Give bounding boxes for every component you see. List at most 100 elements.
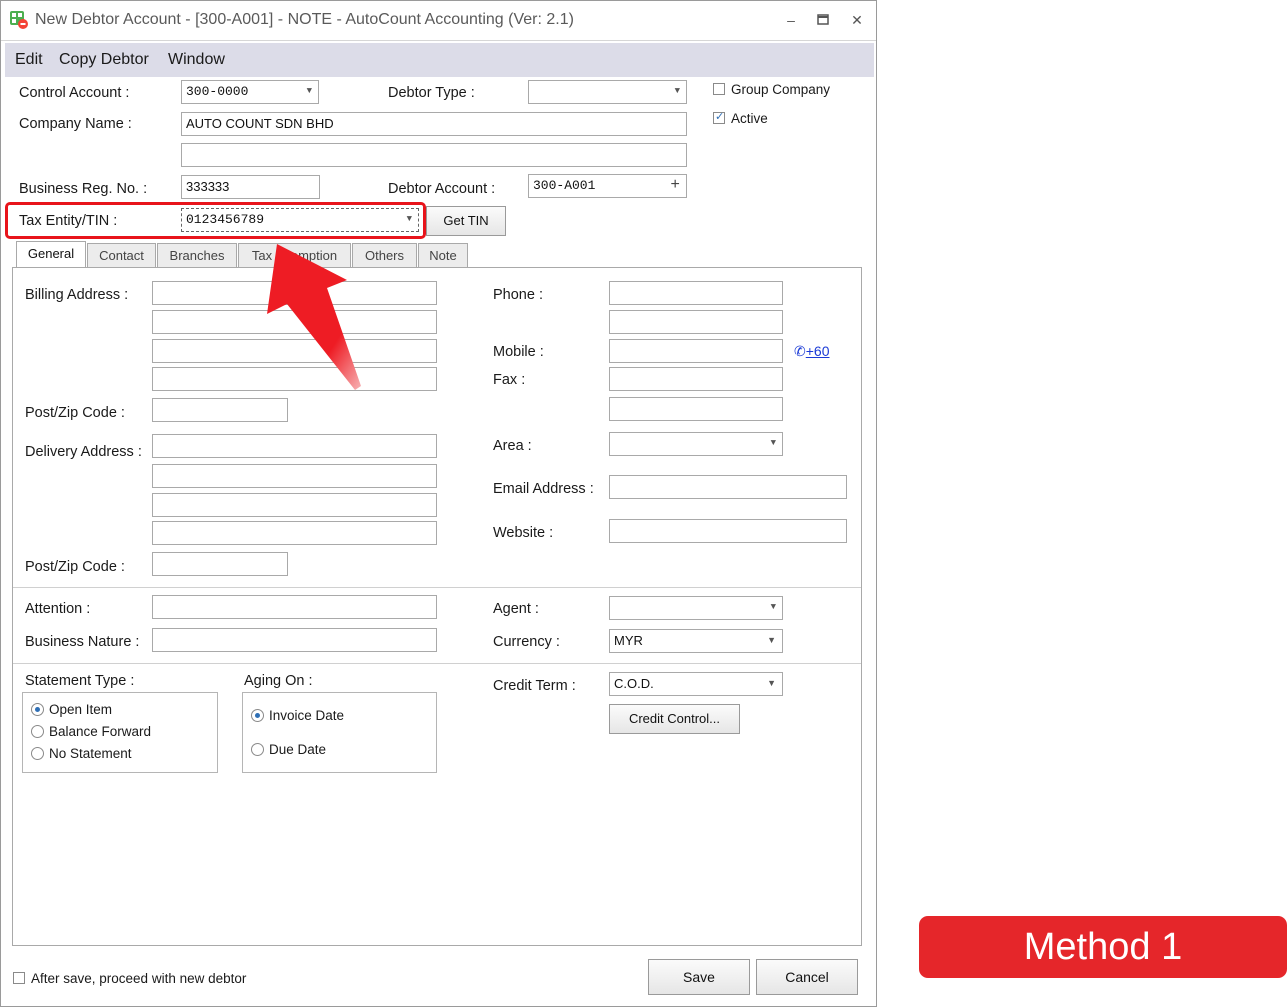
section-divider: [13, 587, 861, 588]
attention-label: Attention :: [25, 601, 91, 617]
aging-invoice-date-label: Invoice Date: [269, 708, 345, 723]
debtor-account-label: Debtor Account :: [388, 181, 496, 197]
phone-label: Phone :: [493, 287, 543, 303]
maximize-button[interactable]: [811, 9, 835, 31]
debtor-type-combo[interactable]: ▼: [528, 80, 687, 104]
phone-2-input[interactable]: [609, 310, 783, 334]
email-input[interactable]: [609, 475, 847, 499]
statement-type-label: Statement Type :: [25, 673, 135, 689]
maximize-icon: [817, 14, 829, 25]
aging-due-date-label: Due Date: [269, 742, 327, 757]
tin-highlight-box: [5, 202, 426, 239]
chevron-down-icon: ▼: [770, 602, 776, 612]
tab-contact[interactable]: Contact: [87, 243, 156, 268]
debtor-account-input[interactable]: 300-A001 +: [528, 174, 687, 198]
active-checkbox[interactable]: [713, 110, 725, 124]
menu-copy-debtor[interactable]: Copy Debtor: [59, 51, 149, 69]
debtor-account-window: New Debtor Account - [300-A001] - NOTE -…: [0, 0, 877, 1007]
business-nature-label: Business Nature :: [25, 634, 140, 650]
debtor-type-label: Debtor Type :: [388, 85, 475, 101]
business-nature-input[interactable]: [152, 628, 437, 652]
attention-input[interactable]: [152, 595, 437, 619]
menu-edit[interactable]: Edit: [15, 51, 43, 69]
fax-input[interactable]: [609, 367, 783, 391]
company-name-2-input[interactable]: [181, 143, 687, 167]
credit-control-button[interactable]: Credit Control...: [609, 704, 740, 734]
area-combo[interactable]: ▼: [609, 432, 783, 456]
minimize-button[interactable]: –: [779, 9, 803, 31]
billing-post-zip-input[interactable]: [152, 398, 288, 422]
business-reg-input[interactable]: 333333: [181, 175, 320, 199]
fax-2-input[interactable]: [609, 397, 783, 421]
mobile-dial-link[interactable]: ✆+60: [794, 343, 829, 360]
title-bar[interactable]: New Debtor Account - [300-A001] - NOTE -…: [1, 1, 876, 41]
mobile-label: Mobile :: [493, 344, 544, 360]
phone-input[interactable]: [609, 281, 783, 305]
group-company-label: Group Company: [731, 82, 831, 97]
credit-term-combo[interactable]: C.O.D. ▼: [609, 672, 783, 696]
chevron-down-icon: ▼: [767, 678, 776, 688]
website-input[interactable]: [609, 519, 847, 543]
statement-balance-forward-radio[interactable]: [31, 725, 44, 738]
control-account-value: 300-0000: [186, 84, 249, 99]
email-label: Email Address :: [493, 481, 594, 497]
delivery-address-line2-input[interactable]: [152, 464, 437, 488]
control-account-label: Control Account :: [19, 85, 130, 101]
delivery-address-line1-input[interactable]: [152, 434, 437, 458]
pointer-arrow-icon: [267, 244, 361, 390]
delivery-post-zip-input[interactable]: [152, 552, 288, 576]
area-label: Area :: [493, 438, 532, 454]
control-account-combo[interactable]: 300-0000 ▼: [181, 80, 319, 104]
section-divider: [13, 663, 861, 664]
close-icon: ✕: [851, 12, 863, 28]
active-label: Active: [731, 111, 768, 126]
tab-general[interactable]: General: [16, 241, 86, 268]
phone-icon: ✆: [794, 343, 806, 359]
mobile-dial-prefix: +60: [805, 343, 830, 359]
website-label: Website :: [493, 525, 554, 541]
company-name-label: Company Name :: [19, 116, 132, 132]
aging-invoice-date-radio[interactable]: [251, 709, 264, 722]
statement-no-statement-label: No Statement: [49, 746, 132, 761]
chevron-down-icon: ▼: [767, 635, 776, 645]
aging-due-date-radio[interactable]: [251, 743, 264, 756]
currency-value: MYR: [614, 633, 643, 648]
plus-icon: +: [670, 176, 680, 194]
tab-branches[interactable]: Branches: [157, 243, 237, 268]
debtor-account-value: 300-A001: [533, 178, 596, 193]
agent-combo[interactable]: ▼: [609, 596, 783, 620]
currency-label: Currency :: [493, 634, 560, 650]
close-button[interactable]: ✕: [845, 9, 869, 31]
window-title: New Debtor Account - [300-A001] - NOTE -…: [35, 11, 574, 28]
billing-post-zip-label: Post/Zip Code :: [25, 405, 125, 421]
menu-bar: Edit Copy Debtor Window: [5, 43, 874, 77]
fax-label: Fax :: [493, 372, 526, 388]
method-banner: Method 1: [919, 916, 1287, 978]
general-tab-panel: Billing Address : Post/Zip Code : Delive…: [12, 267, 862, 946]
delivery-address-line4-input[interactable]: [152, 521, 437, 545]
save-button[interactable]: Save: [648, 959, 750, 995]
currency-combo[interactable]: MYR ▼: [609, 629, 783, 653]
agent-label: Agent :: [493, 601, 539, 617]
statement-open-item-radio[interactable]: [31, 703, 44, 716]
tab-note[interactable]: Note: [418, 243, 468, 268]
chevron-down-icon: ▼: [306, 86, 312, 96]
delivery-address-label: Delivery Address :: [25, 444, 142, 460]
group-company-checkbox[interactable]: [713, 83, 725, 95]
delivery-address-line3-input[interactable]: [152, 493, 437, 517]
business-reg-label: Business Reg. No. :: [19, 181, 148, 197]
billing-address-label: Billing Address :: [25, 287, 129, 303]
credit-term-value: C.O.D.: [614, 676, 654, 691]
proceed-new-debtor-label: After save, proceed with new debtor: [31, 971, 247, 986]
mobile-input[interactable]: [609, 339, 783, 363]
cancel-button[interactable]: Cancel: [756, 959, 858, 995]
company-name-input[interactable]: AUTO COUNT SDN BHD: [181, 112, 687, 136]
aging-on-label: Aging On :: [244, 673, 313, 689]
credit-term-label: Credit Term :: [493, 678, 576, 694]
get-tin-button[interactable]: Get TIN: [426, 206, 506, 236]
chevron-down-icon: ▼: [674, 86, 680, 96]
menu-window[interactable]: Window: [168, 51, 225, 69]
proceed-new-debtor-checkbox[interactable]: [13, 972, 25, 984]
statement-type-group: Open Item Balance Forward No Statement: [22, 692, 218, 773]
statement-no-statement-radio[interactable]: [31, 747, 44, 760]
